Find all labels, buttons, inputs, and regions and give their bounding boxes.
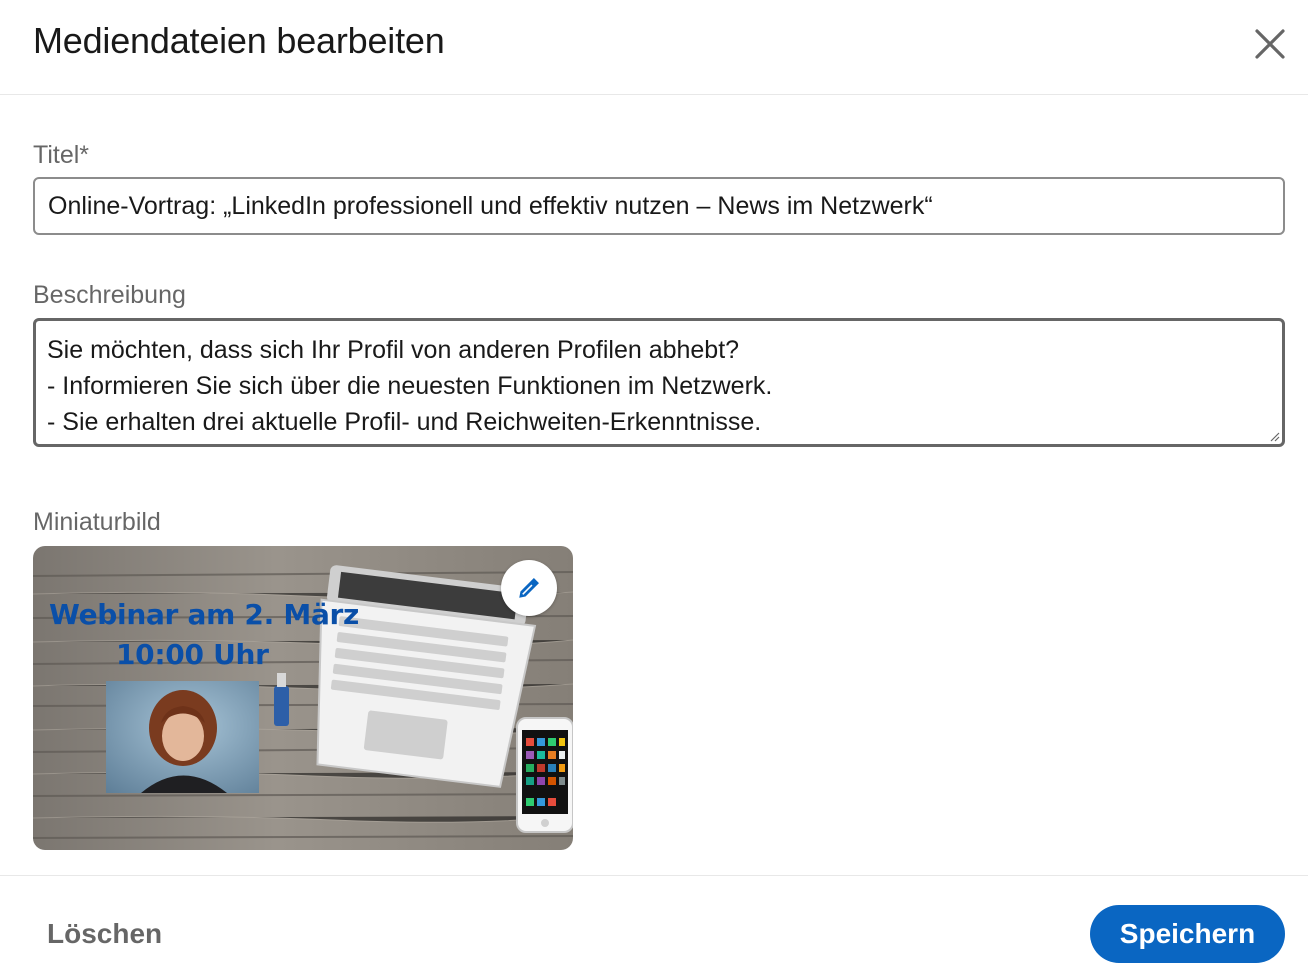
description-line: - Sie erhalten drei aktuelle Profil- und… [47,408,762,436]
dialog-title: Mediendateien bearbeiten [33,20,445,61]
thumbnail-headline: Webinar am 2. März [49,598,360,631]
resize-grip-icon[interactable] [1268,430,1280,442]
thumbnail-label: Miniaturbild [33,508,161,536]
close-icon [1255,29,1285,59]
pencil-icon [519,578,539,598]
dialog-header: Mediendateien bearbeiten [0,0,1308,95]
description-line: Sie möchten, dass sich Ihr Profil von an… [47,336,740,364]
description-label: Beschreibung [33,281,186,309]
edit-thumbnail-button[interactable] [501,560,557,616]
title-label: Titel* [33,141,90,169]
title-input[interactable] [33,177,1285,235]
delete-button[interactable]: Löschen [33,905,176,963]
thumbnail-image[interactable]: Webinar am 2. März 10:00 Uhr [33,546,573,850]
description-text: Sie möchten, dass sich Ihr Profil von an… [36,321,1282,440]
save-button[interactable]: Speichern [1090,905,1285,963]
description-textarea[interactable]: Sie möchten, dass sich Ihr Profil von an… [33,318,1285,447]
thumbnail-graphic [33,546,573,850]
close-button[interactable] [1248,22,1292,66]
description-line: - Informieren Sie sich über die neuesten… [47,372,773,400]
thumbnail-time: 10:00 Uhr [116,638,269,671]
